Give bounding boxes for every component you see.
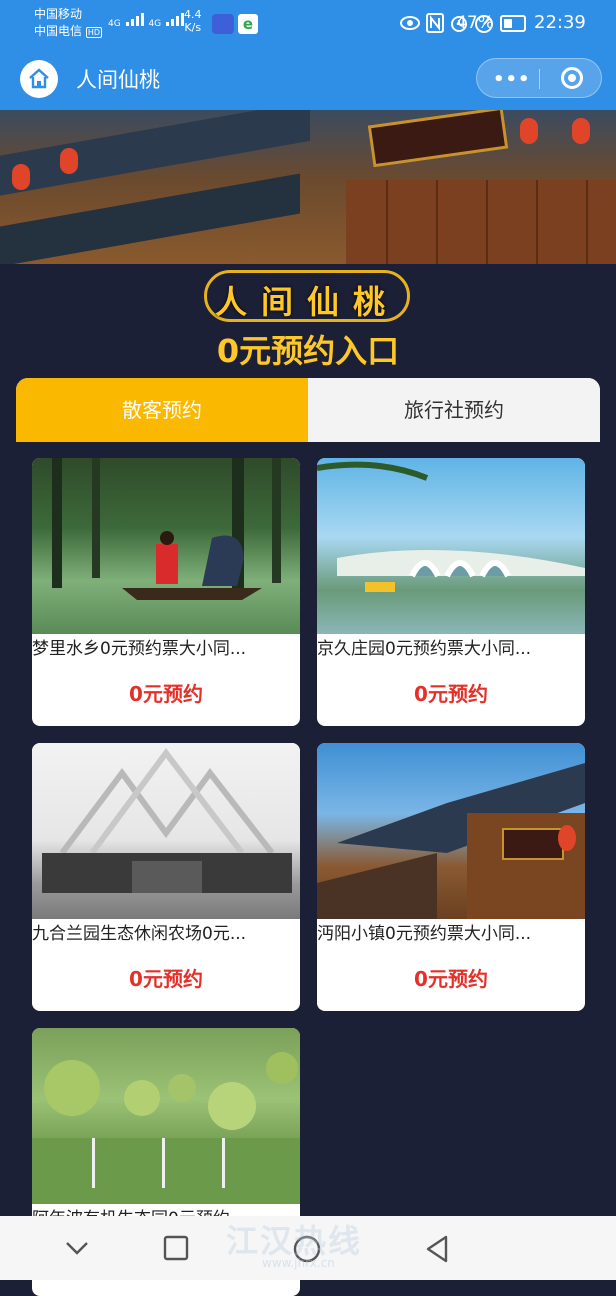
more-menu-button[interactable]: ••• <box>493 69 531 90</box>
carrier-info: 中国移动 中国电信 HD <box>34 6 103 41</box>
card-image <box>317 743 585 919</box>
attraction-card[interactable]: 梦里水乡0元预约票大小同... 0元预约 <box>32 458 300 726</box>
back-icon[interactable] <box>424 1234 452 1264</box>
hero-subtitle: 0元预约入口 <box>216 332 400 370</box>
shop-sign <box>367 110 509 168</box>
hero-title: 人间仙桃 <box>214 283 399 321</box>
signal-icon: 4G 4G <box>108 12 186 29</box>
hero-title-frame: 人间仙桃 <box>204 270 410 322</box>
carrier-2: 中国电信 <box>34 24 83 38</box>
card-image <box>32 1028 300 1204</box>
card-image <box>32 458 300 634</box>
card-price: 0元预约 <box>129 682 203 706</box>
wooden-wall <box>346 180 616 264</box>
card-price: 0元预约 <box>129 967 203 991</box>
battery-percent: 47% <box>456 13 494 33</box>
hero-title-section: 人间仙桃 0元预约入口 <box>0 262 616 372</box>
notification-app-icon <box>212 14 234 34</box>
capsule-divider <box>539 69 540 89</box>
nav-bar: 人间仙桃 ••• <box>0 46 616 110</box>
tab-individual[interactable]: 散客预约 <box>16 378 308 442</box>
card-title: 梦里水乡0元预约票大小同... <box>32 639 247 659</box>
battery-level <box>504 19 513 28</box>
recent-apps-icon[interactable] <box>162 1234 190 1262</box>
booking-tabs: 散客预约 旅行社预约 <box>16 378 600 442</box>
page-title: 人间仙桃 <box>76 68 160 92</box>
lantern <box>60 148 78 174</box>
attraction-card[interactable]: 京久庄园0元预约票大小同... 0元预约 <box>317 458 585 726</box>
card-price: 0元预约 <box>414 967 488 991</box>
browser-app-icon: e <box>238 14 258 34</box>
attraction-card[interactable]: 九合兰园生态休闲农场0元... 0元预约 <box>32 743 300 1011</box>
miniprogram-capsule: ••• <box>476 58 602 98</box>
carrier-1: 中国移动 <box>34 7 83 21</box>
card-title: 京久庄园0元预约票大小同... <box>317 639 532 659</box>
banner-image <box>0 110 616 264</box>
tab-travel-agency[interactable]: 旅行社预约 <box>308 378 600 442</box>
hd-badge: HD <box>85 27 103 38</box>
card-title: 沔阳小镇0元预约票大小同... <box>317 924 532 944</box>
card-image <box>317 458 585 634</box>
watermark-url: www.jhrx.cn <box>262 1256 335 1270</box>
card-image <box>32 743 300 919</box>
attraction-card[interactable]: 沔阳小镇0元预约票大小同... 0元预约 <box>317 743 585 1011</box>
card-price: 0元预约 <box>414 682 488 706</box>
chevron-down-icon[interactable] <box>64 1234 90 1262</box>
network-speed: 4.4 K/s <box>184 8 202 34</box>
lantern <box>520 118 538 144</box>
status-bar: 中国移动 中国电信 HD 4G 4G 4.4 K/s e 47% 22:39 <box>0 0 616 46</box>
close-miniprogram-icon[interactable] <box>561 67 583 89</box>
card-title: 九合兰园生态休闲农场0元... <box>32 924 247 944</box>
lantern <box>12 164 30 190</box>
home-button[interactable] <box>20 60 58 98</box>
home-icon <box>29 68 49 89</box>
clock: 22:39 <box>534 12 586 33</box>
battery-icon <box>500 15 526 32</box>
lantern <box>572 118 590 144</box>
